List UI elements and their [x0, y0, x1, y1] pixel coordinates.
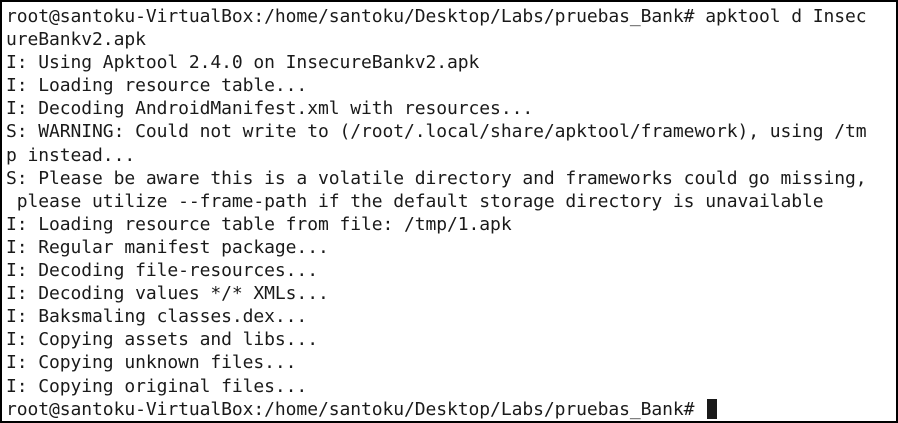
output-line: please utilize --frame-path if the defau…: [6, 190, 824, 212]
output-line: root@santoku-VirtualBox:/home/santoku/De…: [6, 6, 867, 27]
output-line: I: Using Apktool 2.4.0 on InsecureBankv2…: [6, 52, 480, 74]
output-line: p instead...: [6, 144, 136, 166]
output-line: ureBankv2.apk: [6, 29, 146, 51]
output-line: I: Baksmaling classes.dex...: [6, 306, 308, 328]
text-cursor: [707, 398, 718, 419]
output-line: I: Decoding values */* XMLs...: [6, 283, 329, 305]
output-line: I: Decoding file-resources...: [6, 260, 318, 282]
output-line: S: WARNING: Could not write to (/root/.l…: [6, 121, 867, 143]
terminal-output[interactable]: root@santoku-VirtualBox:/home/santoku/De…: [6, 5, 894, 421]
shell-prompt: root@santoku-VirtualBox:/home/santoku/De…: [6, 398, 706, 420]
prompt-line[interactable]: root@santoku-VirtualBox:/home/santoku/De…: [6, 398, 894, 421]
output-line: S: Please be aware this is a volatile di…: [6, 167, 867, 189]
output-line: I: Copying original files...: [6, 375, 308, 397]
output-line: I: Regular manifest package...: [6, 236, 329, 258]
output-line: I: Copying unknown files...: [6, 352, 297, 374]
output-line: I: Loading resource table...: [6, 75, 308, 97]
terminal-window: root@santoku-VirtualBox:/home/santoku/De…: [0, 0, 898, 423]
output-line: I: Decoding AndroidManifest.xml with res…: [6, 98, 534, 120]
output-line: I: Copying assets and libs...: [6, 329, 318, 351]
output-line: I: Loading resource table from file: /tm…: [6, 213, 512, 235]
